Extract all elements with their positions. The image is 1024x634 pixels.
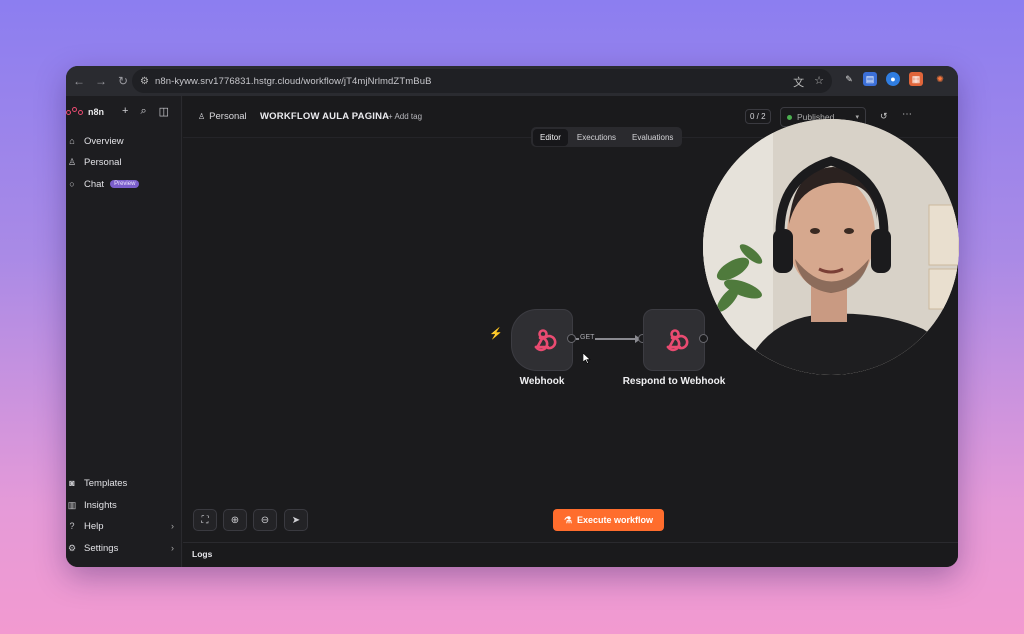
webhook-icon (534, 329, 557, 352)
user-icon: ♙ (67, 156, 77, 167)
back-icon[interactable]: ← (68, 70, 90, 92)
forward-icon[interactable]: → (90, 70, 112, 92)
brand[interactable]: n8n (66, 105, 104, 119)
site-settings-icon[interactable]: ⚙ (140, 76, 149, 87)
sidebar-item-templates[interactable]: ◙ Templates (66, 476, 127, 490)
add-icon[interactable]: + (122, 105, 128, 118)
sidebar-toggle-icon[interactable]: ◫ (159, 105, 169, 118)
zoom-in-button[interactable]: ⊕ (223, 509, 247, 531)
brand-name: n8n (88, 107, 105, 117)
extension-icon[interactable]: ✎ (842, 72, 856, 86)
active-counter: 0 / 2 (745, 109, 771, 124)
sidebar-item-personal[interactable]: ♙ Personal (66, 155, 122, 169)
sidebar: n8n + ⌕ ◫ ⌂ Overview ♙ Personal ○ Chat P… (66, 96, 182, 567)
history-icon[interactable]: ↺ (880, 111, 888, 122)
webcam-overlay (703, 119, 959, 375)
chart-icon: ▥ (67, 499, 77, 510)
extension-doc-icon[interactable]: ▤ (863, 72, 877, 86)
output-handle[interactable] (699, 334, 708, 343)
sidebar-item-label: Settings (84, 542, 119, 554)
url-text: n8n-kyww.srv1776831.hstgr.cloud/workflow… (154, 75, 432, 87)
breadcrumb[interactable]: ♙ Personal (198, 111, 247, 122)
add-tag-button[interactable]: + Add tag (388, 112, 422, 121)
chevron-right-icon: › (171, 521, 174, 531)
sidebar-item-label: Help (84, 520, 104, 532)
translate-icon[interactable]: 文 (793, 74, 804, 90)
output-handle[interactable] (567, 334, 576, 343)
chevron-down-icon: ▾ (855, 114, 859, 121)
tab-editor[interactable]: Editor (533, 128, 568, 146)
tab-executions[interactable]: Executions (570, 129, 623, 146)
sidebar-item-label: Templates (84, 477, 128, 489)
help-icon: ? (69, 521, 75, 531)
trigger-bolt-icon: ⚡ (489, 328, 503, 340)
address-bar[interactable]: ⚙ n8n-kyww.srv1776831.hstgr.cloud/workfl… (132, 69, 832, 93)
zoom-out-button[interactable]: ⊖ (253, 509, 277, 531)
logs-label: Logs (192, 549, 213, 559)
chevron-right-icon: › (171, 543, 174, 553)
gear-icon: ⚙ (67, 542, 77, 553)
user-icon: ♙ (198, 112, 206, 121)
sidebar-item-label: Personal (84, 156, 122, 168)
execute-workflow-button[interactable]: ⚗ Execute workflow (553, 509, 664, 531)
fit-view-button[interactable]: ⛶ (193, 509, 217, 531)
sidebar-item-help[interactable]: ? Help › (66, 519, 182, 533)
status-dot-icon (787, 114, 792, 120)
flask-icon: ⚗ (563, 514, 573, 525)
logs-panel[interactable]: Logs (183, 542, 958, 567)
sidebar-item-insights[interactable]: ▥ Insights (66, 498, 117, 512)
extension-sun-icon[interactable]: ✺ (933, 72, 947, 86)
webhook-node[interactable] (511, 309, 573, 371)
respond-to-webhook-node[interactable] (643, 309, 705, 371)
bookmark-star-icon[interactable]: ☆ (814, 74, 824, 90)
templates-icon: ◙ (69, 478, 75, 488)
webhook-icon (666, 329, 689, 352)
mouse-cursor-icon (583, 353, 591, 364)
node-label: Respond to Webhook (622, 376, 726, 387)
chat-icon: ○ (69, 179, 75, 189)
browser-toolbar: ← → ↻ ⚙ n8n-kyww.srv1776831.hstgr.cloud/… (66, 66, 958, 96)
n8n-logo-icon (66, 107, 84, 117)
view-tabs: Editor Executions Evaluations (531, 127, 683, 147)
sidebar-item-label: Chat (84, 178, 105, 190)
tidy-up-button[interactable]: ➤ (284, 509, 308, 531)
more-options-icon[interactable]: ⋯ (902, 109, 912, 120)
extension-image-icon[interactable]: ▦ (909, 72, 923, 86)
search-icon[interactable]: ⌕ (140, 105, 146, 118)
sidebar-item-settings[interactable]: ⚙ Settings › (66, 541, 182, 555)
node-label: Webhook (519, 376, 565, 387)
preview-badge: Preview (110, 180, 140, 188)
extension-blue-icon[interactable]: ● (886, 72, 900, 86)
workflow-title[interactable]: WORKFLOW AULA PAGINA (260, 111, 389, 122)
breadcrumb-label: Personal (209, 111, 247, 122)
reload-icon[interactable]: ↻ (112, 70, 134, 92)
home-icon: ⌂ (69, 136, 75, 146)
sidebar-item-chat[interactable]: ○ Chat Preview (66, 177, 140, 191)
tab-evaluations[interactable]: Evaluations (625, 129, 680, 146)
sidebar-item-overview[interactable]: ⌂ Overview (66, 134, 124, 148)
sidebar-item-label: Insights (84, 499, 117, 511)
sidebar-item-label: Overview (84, 135, 124, 147)
edge-label: GET (579, 334, 596, 341)
execute-workflow-label: Execute workflow (577, 515, 654, 525)
presenter-video-image (703, 119, 959, 375)
